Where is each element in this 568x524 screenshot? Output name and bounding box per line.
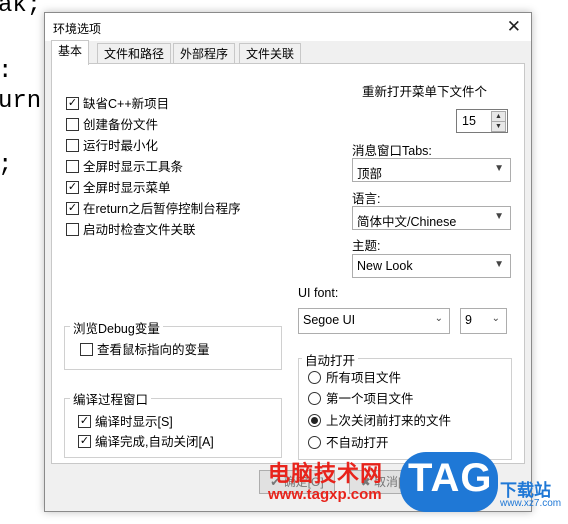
option-pause-console[interactable]: ✓ 在return之后暂停控制台程序: [66, 201, 241, 217]
option-label: 创建备份文件: [83, 118, 159, 132]
reopen-count-value: 15: [462, 114, 476, 128]
reopen-count-stepper[interactable]: 15 ▲ ▼: [456, 109, 508, 133]
radio-icon[interactable]: [308, 436, 321, 450]
debug-group-title: 浏览Debug变量: [70, 318, 163, 337]
language-label: 语言:: [352, 192, 381, 206]
compile-group-title: 编译过程窗口: [70, 389, 152, 408]
radio-label: 第一个项目文件: [326, 392, 414, 406]
option-label: 启动时检查文件关联: [83, 223, 196, 237]
checkbox-checked-icon[interactable]: ✓: [66, 202, 79, 216]
chevron-down-icon: ⌄: [491, 313, 500, 324]
ui-font-select[interactable]: Segoe UI ⌄: [298, 308, 450, 334]
radio-icon[interactable]: [308, 392, 321, 406]
option-label: 在return之后暂停控制台程序: [83, 202, 241, 216]
option-watch-mouse-variable[interactable]: 查看鼠标指向的变量: [80, 342, 210, 358]
message-tabs-select[interactable]: 顶部 ▼: [352, 158, 511, 182]
dialog-title: 环境选项: [53, 22, 102, 36]
background-code-line-2: :: [0, 58, 12, 85]
option-label: 运行时最小化: [83, 139, 159, 153]
ui-font-value: Segoe UI: [303, 313, 356, 327]
chevron-down-icon: ⌄: [434, 313, 443, 324]
dialog-title-bar: 环境选项 ✕: [45, 13, 531, 41]
chevron-down-icon: ▼: [494, 259, 504, 270]
background-code-line-4: ;: [0, 152, 12, 179]
ui-font-size-select[interactable]: 9 ⌄: [460, 308, 507, 334]
tab-file-associations[interactable]: 文件关联: [239, 43, 302, 64]
radio-no-auto-open[interactable]: 不自动打开: [308, 435, 389, 451]
option-label: 查看鼠标指向的变量: [97, 343, 210, 357]
tab-basic[interactable]: 基本: [51, 40, 90, 65]
option-label: 编译完成,自动关闭[A]: [95, 435, 214, 449]
option-fullscreen-menu[interactable]: ✓ 全屏时显示菜单: [66, 180, 171, 196]
environment-options-dialog: 环境选项 ✕ 基本 文件和路径 外部程序 文件关联 ✓ 缺省C++新项目 创建备份…: [44, 12, 532, 512]
chevron-down-icon: ▼: [494, 211, 504, 222]
watermark-tag-text: TAG: [408, 456, 493, 500]
option-label: 缺省C++新项目: [83, 97, 170, 111]
message-tabs-label: 消息窗口Tabs:: [352, 144, 432, 158]
ui-font-label: UI font:: [298, 286, 339, 300]
option-fullscreen-toolbar[interactable]: 全屏时显示工具条: [66, 159, 183, 175]
radio-label: 所有项目文件: [326, 371, 402, 385]
language-value: 简体中文/Chinese: [357, 215, 457, 229]
checkbox-icon[interactable]: [66, 139, 79, 153]
checkbox-checked-icon[interactable]: ✓: [66, 181, 79, 195]
checkbox-icon[interactable]: [66, 118, 79, 132]
checkbox-checked-icon[interactable]: ✓: [66, 97, 79, 111]
option-default-cpp-project[interactable]: ✓ 缺省C++新项目: [66, 96, 169, 112]
basic-tab-panel: ✓ 缺省C++新项目 创建备份文件 运行时最小化 全屏时显示工具条 ✓ 全屏时显示菜…: [51, 63, 525, 464]
option-minimize-on-run[interactable]: 运行时最小化: [66, 138, 158, 154]
auto-open-group-title: 自动打开: [302, 350, 359, 369]
theme-select[interactable]: New Look ▼: [352, 254, 511, 278]
radio-last-opened-files[interactable]: 上次关闭前打来的文件: [308, 413, 451, 429]
radio-first-project-file[interactable]: 第一个项目文件: [308, 391, 414, 407]
ui-font-size-value: 9: [465, 313, 472, 327]
checkbox-checked-icon[interactable]: ✓: [78, 415, 91, 429]
radio-label: 不自动打开: [326, 436, 389, 450]
background-code-line-1: ak;: [0, 0, 42, 19]
tab-files-paths[interactable]: 文件和路径: [97, 43, 172, 64]
checkbox-icon[interactable]: [66, 160, 79, 174]
watermark-site-name: 电脑技术网: [268, 461, 384, 486]
close-icon[interactable]: ✕: [507, 17, 521, 37]
checkbox-icon[interactable]: [66, 223, 79, 237]
watermark-url: www.tagxp.com: [268, 486, 382, 503]
option-label: 编译时显示[S]: [95, 415, 173, 429]
checkbox-checked-icon[interactable]: ✓: [78, 435, 91, 449]
theme-value: New Look: [357, 259, 413, 273]
tab-external-programs[interactable]: 外部程序: [173, 43, 236, 64]
option-check-file-assoc[interactable]: 启动时检查文件关联: [66, 222, 196, 238]
radio-icon[interactable]: [308, 371, 321, 385]
message-tabs-value: 顶部: [357, 167, 383, 181]
background-code-line-3: urn: [0, 88, 42, 115]
option-auto-close[interactable]: ✓ 编译完成,自动关闭[A]: [78, 434, 214, 450]
checkbox-icon[interactable]: [80, 343, 93, 357]
radio-all-project-files[interactable]: 所有项目文件: [308, 370, 401, 386]
option-label: 全屏时显示工具条: [83, 160, 184, 174]
option-show-on-compile[interactable]: ✓ 编译时显示[S]: [78, 414, 173, 430]
theme-label: 主题:: [352, 239, 381, 253]
radio-selected-icon[interactable]: [308, 414, 321, 428]
language-select[interactable]: 简体中文/Chinese ▼: [352, 206, 511, 230]
option-label: 全屏时显示菜单: [83, 181, 171, 195]
spin-down-icon[interactable]: ▼: [491, 121, 506, 132]
reopen-count-label: 重新打开菜单下文件个: [362, 85, 488, 99]
chevron-down-icon: ▼: [494, 163, 504, 174]
radio-label: 上次关闭前打来的文件: [326, 414, 452, 428]
watermark-site2-url: www.xz7.com: [500, 498, 562, 509]
option-create-backup[interactable]: 创建备份文件: [66, 117, 158, 133]
